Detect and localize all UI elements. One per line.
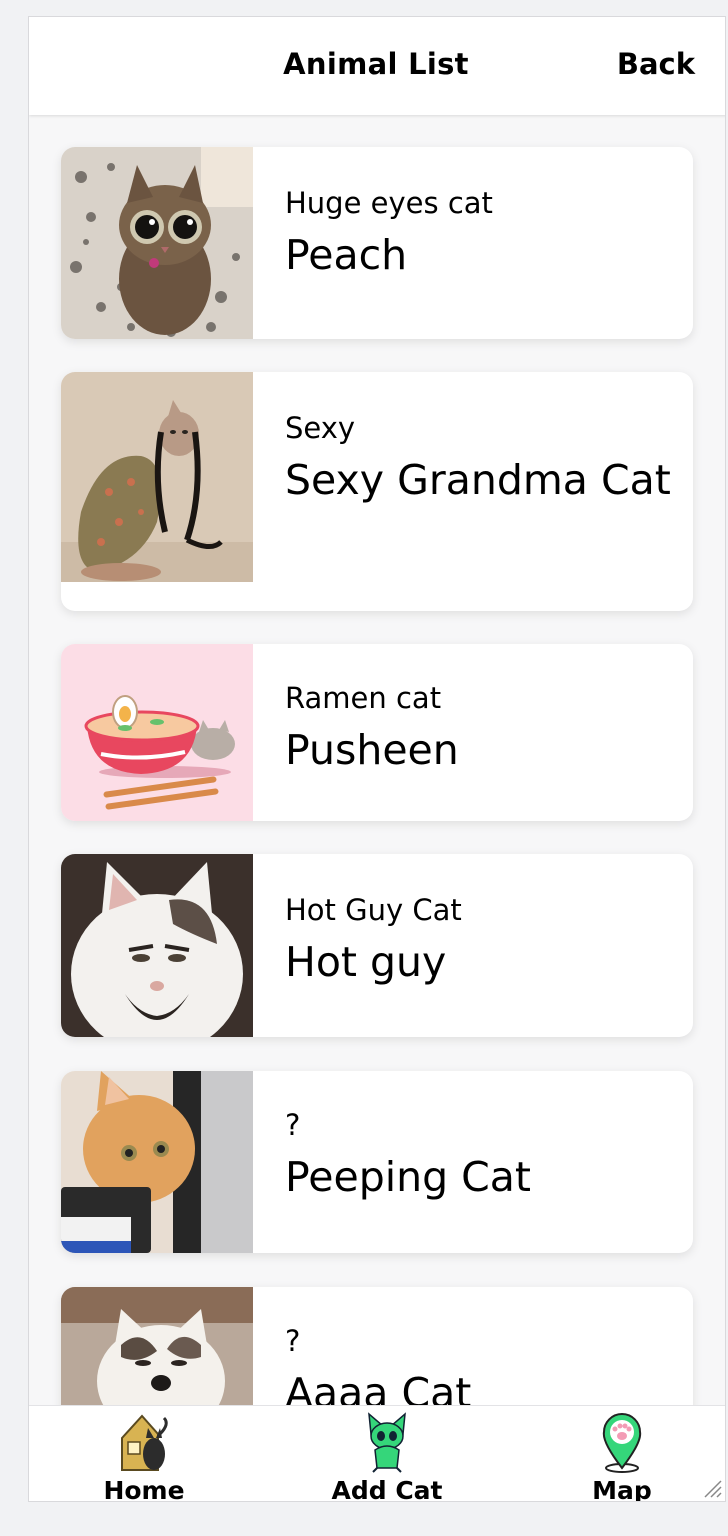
list-item[interactable]: ? Peeping Cat <box>61 1071 693 1253</box>
list-item[interactable]: ? Aaaa Cat <box>61 1287 693 1407</box>
paw-map-pin-icon <box>594 1412 650 1474</box>
bottom-tab-bar: Home Add Cat Map <box>29 1405 725 1501</box>
cat-thumbnail <box>61 147 253 339</box>
cat-name: Sexy Grandma Cat <box>285 456 671 505</box>
cat-name: Peach <box>285 231 408 280</box>
cat-subtitle: Hot Guy Cat <box>285 893 462 927</box>
cat-subtitle: ? <box>285 1108 301 1142</box>
cat-subtitle: ? <box>285 1324 301 1358</box>
list-item[interactable]: Hot Guy Cat Hot guy <box>61 854 693 1037</box>
cat-thumbnail <box>61 644 253 821</box>
cat-name: Pusheen <box>285 726 459 775</box>
cat-thumbnail <box>61 854 253 1037</box>
animal-list[interactable]: Huge eyes cat Peach Sexy Sexy Grandma Ca… <box>29 115 725 1407</box>
cat-subtitle: Sexy <box>285 411 356 445</box>
cat-subtitle: Huge eyes cat <box>285 186 493 220</box>
green-cat-icon <box>359 1412 415 1474</box>
tab-map[interactable]: Map <box>542 1410 702 1501</box>
header-bar: Animal List Back <box>29 17 725 115</box>
cat-subtitle: Ramen cat <box>285 681 442 715</box>
cat-name: Hot guy <box>285 938 447 987</box>
back-button[interactable]: Back <box>617 47 695 81</box>
app-frame: Animal List Back Huge eyes cat Peach Sex… <box>28 16 726 1502</box>
tab-home-label: Home <box>103 1476 185 1502</box>
tab-add-cat-label: Add Cat <box>331 1476 443 1502</box>
tab-home[interactable]: Home <box>64 1410 224 1501</box>
tab-add-cat[interactable]: Add Cat <box>307 1410 467 1501</box>
list-item[interactable]: Huge eyes cat Peach <box>61 147 693 339</box>
cat-name: Aaaa Cat <box>285 1369 472 1407</box>
cat-name: Peeping Cat <box>285 1153 531 1202</box>
cat-thumbnail <box>61 1287 253 1407</box>
cat-house-icon <box>116 1412 172 1474</box>
tab-map-label: Map <box>592 1476 652 1502</box>
list-item[interactable]: Ramen cat Pusheen <box>61 644 693 821</box>
list-item[interactable]: Sexy Sexy Grandma Cat <box>61 372 693 611</box>
cat-thumbnail <box>61 1071 253 1253</box>
resize-grip-icon[interactable] <box>699 1475 723 1499</box>
cat-thumbnail <box>61 372 253 582</box>
